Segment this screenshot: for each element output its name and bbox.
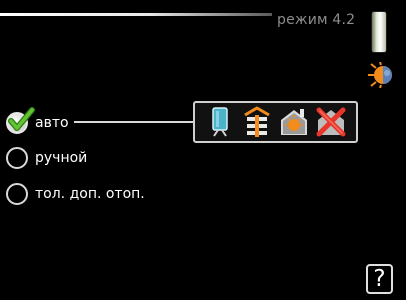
option-connector-line: [74, 121, 194, 123]
header-divider: [0, 13, 272, 16]
screen: режим 4.2 авто ручной тол. доп. отоп. ?: [0, 0, 406, 300]
help-button[interactable]: ?: [366, 264, 393, 294]
cooling-disabled-icon: [316, 107, 346, 137]
radio-button[interactable]: [6, 183, 28, 205]
page-title: режим 4.2: [277, 12, 356, 28]
heat-pump-status-icon: [368, 62, 392, 88]
scrollbar[interactable]: [372, 12, 386, 52]
radio-button[interactable]: [6, 147, 28, 169]
option-manual[interactable]: ручной: [6, 146, 87, 170]
heating-radiator-icon: [244, 106, 270, 137]
additional-heat-icon: [281, 109, 308, 135]
mode-functions-panel: [193, 101, 358, 143]
option-auto[interactable]: авто: [6, 107, 69, 135]
radio-button-selected[interactable]: [6, 107, 35, 134]
option-label: авто: [35, 115, 69, 131]
option-additional-heat-only[interactable]: тол. доп. отоп.: [6, 182, 145, 206]
checkmark-icon: [8, 107, 35, 131]
hot-water-tank-icon: [211, 107, 228, 137]
option-label: тол. доп. отоп.: [35, 186, 145, 202]
option-label: ручной: [35, 150, 88, 166]
